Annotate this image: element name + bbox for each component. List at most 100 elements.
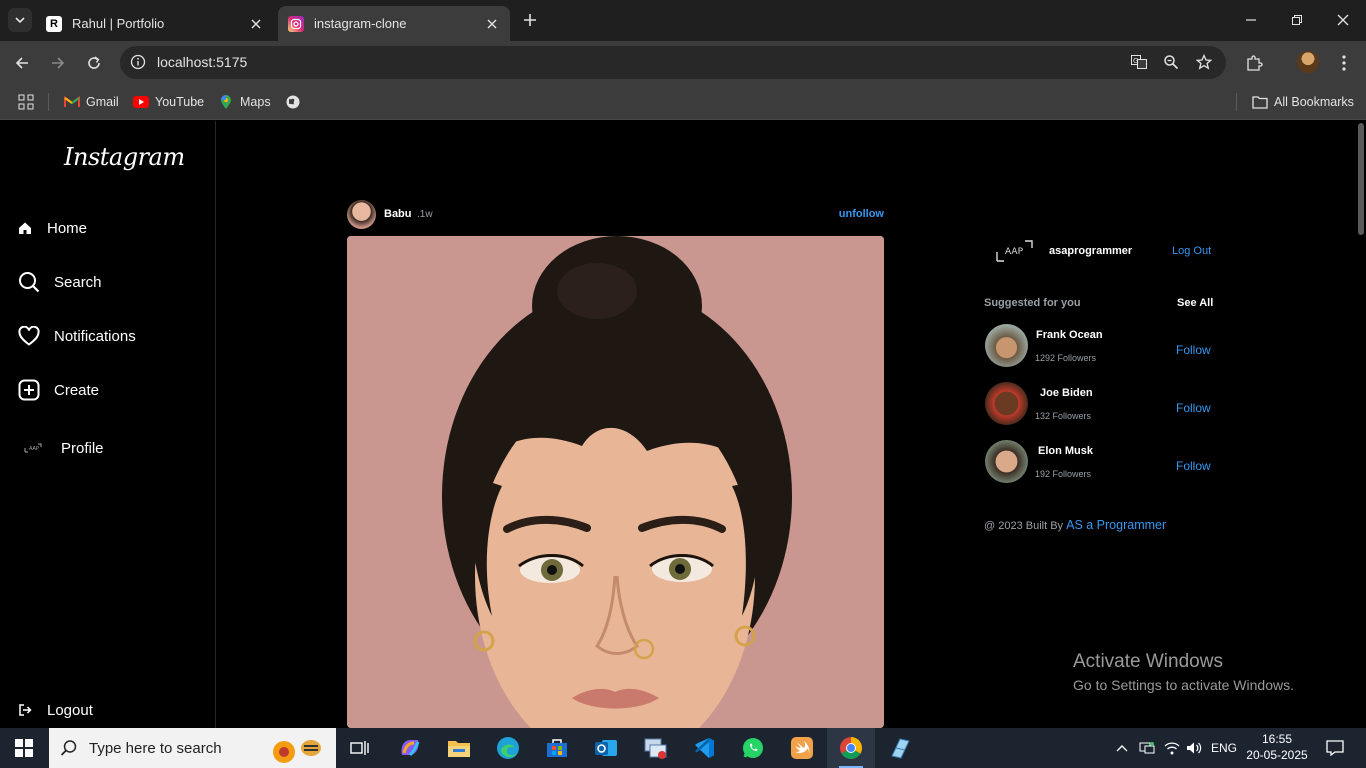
avatar[interactable] (985, 382, 1028, 425)
network-status-icon[interactable] (1137, 728, 1157, 768)
bookmarks-bar: Gmail YouTube Maps All Bookmarks (0, 85, 1366, 120)
unfollow-button[interactable]: unfollow (839, 208, 884, 220)
wifi-icon[interactable] (1162, 728, 1182, 768)
current-username[interactable]: asaprogrammer (1049, 245, 1132, 257)
maps-icon (218, 94, 234, 110)
gmail-icon (64, 94, 80, 110)
close-icon[interactable] (484, 16, 500, 32)
suggested-username[interactable]: Frank Ocean (1036, 329, 1103, 341)
bookmarks-divider (1236, 93, 1237, 111)
menu-icon[interactable] (1332, 51, 1356, 75)
network-app-icon[interactable] (631, 728, 679, 768)
minimize-button[interactable] (1228, 0, 1274, 40)
post-username[interactable]: Babu (384, 208, 412, 220)
suggested-username[interactable]: Elon Musk (1038, 445, 1093, 457)
suggested-user: Elon Musk 192 Followers Follow (984, 440, 1214, 484)
sidebar-item-create[interactable]: Create (17, 378, 99, 402)
whatsapp-icon[interactable] (729, 728, 777, 768)
bookmark-maps[interactable]: Maps (218, 93, 271, 111)
browser-toolbar: localhost:5175 G (0, 41, 1366, 85)
file-explorer-icon[interactable] (435, 728, 483, 768)
follow-button[interactable]: Follow (1176, 401, 1211, 415)
logout-button[interactable]: Logout (17, 698, 93, 722)
swift-app-icon[interactable] (778, 728, 826, 768)
tab-instagram-clone[interactable]: instagram-clone (278, 6, 510, 41)
current-user-avatar[interactable]: AAP (994, 235, 1034, 265)
restore-button[interactable] (1274, 0, 1320, 40)
site-info-icon[interactable] (128, 52, 148, 72)
post-image[interactable] (347, 236, 884, 728)
arrow-left-icon (15, 57, 28, 69)
sidebar-item-notifications[interactable]: Notifications (17, 324, 136, 348)
folder-icon (1252, 94, 1268, 110)
close-icon[interactable] (248, 16, 264, 32)
sidebar-item-label: Home (47, 219, 88, 237)
globe-icon[interactable] (285, 93, 301, 111)
reload-icon (88, 56, 100, 69)
microsoft-store-icon[interactable] (533, 728, 581, 768)
reload-button[interactable] (82, 51, 106, 75)
back-button[interactable] (10, 51, 34, 75)
arrow-right-icon (52, 57, 65, 69)
bookmark-gmail[interactable]: Gmail (64, 93, 119, 111)
address-bar[interactable]: localhost:5175 G (120, 46, 1226, 79)
activate-windows-watermark: Activate Windows Go to Settings to activ… (1073, 651, 1294, 693)
sidebar-item-profile[interactable]: AAP Profile (22, 436, 104, 460)
tab-search-button[interactable] (8, 8, 32, 32)
plus-square-icon (17, 378, 41, 402)
apps-icon[interactable] (18, 93, 34, 111)
search-icon (49, 739, 89, 757)
avatar[interactable] (985, 440, 1028, 483)
avatar[interactable] (985, 324, 1028, 367)
footer-link[interactable]: AS a Programmer (1066, 518, 1166, 532)
close-window-button[interactable] (1320, 0, 1366, 40)
scrollbar-thumb[interactable] (1358, 123, 1364, 235)
notepad-icon[interactable] (876, 728, 924, 768)
notifications-icon[interactable] (1320, 728, 1350, 768)
page-scrollbar[interactable] (1356, 121, 1366, 728)
zoom-icon[interactable] (1161, 52, 1181, 72)
bookmark-label: Maps (240, 95, 271, 109)
svg-text:G: G (1133, 57, 1138, 65)
start-button[interactable] (0, 728, 48, 768)
language-indicator[interactable]: ENG (1208, 728, 1240, 768)
url-text[interactable]: localhost:5175 (157, 54, 247, 70)
follow-button[interactable]: Follow (1176, 343, 1211, 357)
bookmark-youtube[interactable]: YouTube (133, 93, 204, 111)
log-out-link[interactable]: Log Out (1172, 245, 1211, 257)
logout-label: Logout (47, 701, 93, 719)
clock[interactable]: 16:55 20-05-2025 (1245, 731, 1309, 763)
copilot-icon[interactable] (386, 728, 434, 768)
star-icon[interactable] (1194, 52, 1214, 72)
chevron-up-icon (1116, 745, 1128, 752)
follower-count: 192 Followers (1035, 469, 1092, 479)
post-header: Babu .1w unfollow (347, 200, 884, 230)
suggested-username[interactable]: Joe Biden (1040, 387, 1093, 399)
tab-portfolio[interactable]: R Rahul | Portfolio (36, 6, 274, 41)
sidebar-item-home[interactable]: Home (17, 216, 87, 240)
bookmark-label: Gmail (86, 95, 119, 109)
logout-icon (17, 698, 33, 722)
see-all-button[interactable]: See All (1177, 297, 1213, 309)
volume-icon[interactable] (1184, 728, 1204, 768)
footer: @ 2023 Built By AS a Programmer (984, 518, 1166, 532)
sidebar-item-search[interactable]: Search (17, 270, 102, 294)
outlook-icon[interactable] (582, 728, 630, 768)
forward-button[interactable] (46, 51, 70, 75)
show-hidden-icons[interactable] (1112, 728, 1132, 768)
minimize-icon (1246, 19, 1256, 21)
translate-icon[interactable]: G (1129, 52, 1149, 72)
edge-icon[interactable] (484, 728, 532, 768)
all-bookmarks[interactable]: All Bookmarks (1252, 93, 1354, 111)
profile-avatar[interactable] (1297, 51, 1319, 73)
suggested-title: Suggested for you (984, 297, 1081, 309)
sidebar-item-label: Create (54, 381, 100, 399)
task-view-icon[interactable] (336, 728, 384, 768)
instagram-logo[interactable]: Instagram (64, 143, 185, 171)
post-avatar[interactable] (347, 200, 376, 229)
vscode-icon[interactable] (680, 728, 728, 768)
extensions-icon[interactable] (1242, 51, 1266, 75)
follow-button[interactable]: Follow (1176, 459, 1211, 473)
chrome-icon[interactable] (827, 728, 875, 768)
new-tab-button[interactable] (518, 10, 542, 30)
